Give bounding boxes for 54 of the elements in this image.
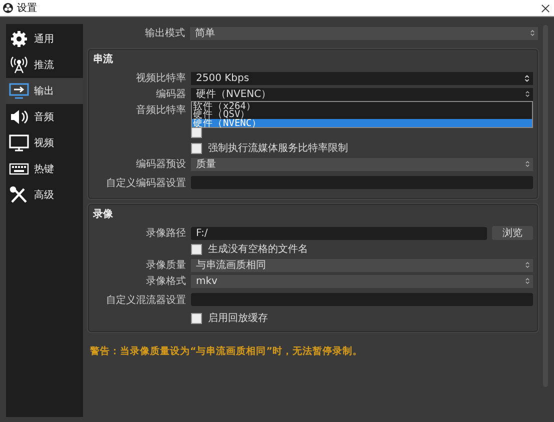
field-label: 录像格式 — [145, 274, 186, 288]
bitrate-spinbox[interactable]: 2500 Kbps — [191, 72, 533, 84]
path-field[interactable]: F:/ — [191, 226, 487, 240]
field-label: 输出模式 — [144, 26, 185, 40]
window-title: 设置 — [17, 2, 37, 15]
tools-icon — [9, 186, 29, 204]
antenna-icon — [9, 56, 29, 74]
checkbox-label: 强制执行流媒体服务比特率限制 — [208, 142, 348, 155]
dropdown[interactable]: 质量 — [191, 158, 533, 170]
dropdown[interactable]: 硬件（NVENC） — [191, 88, 533, 100]
spin-arrows-icon — [524, 74, 530, 82]
field-label: 音频比特率 — [135, 104, 186, 117]
input-field[interactable] — [191, 293, 533, 306]
close-icon[interactable] — [541, 4, 550, 12]
app-logo-icon — [3, 3, 13, 13]
sidebar-item[interactable]: 输出 — [6, 78, 83, 104]
dropdown-arrows-icon — [525, 277, 530, 285]
dropdown[interactable]: mkv — [191, 274, 533, 288]
sidebar-item[interactable]: 推流 — [6, 52, 83, 78]
checkbox-label: 生成没有空格的文件名 — [208, 242, 308, 256]
checkbox-label: 启用回放缓存 — [208, 312, 268, 325]
sidebar-item[interactable]: 通用 — [6, 26, 83, 52]
dropdown-arrows-icon — [525, 160, 530, 168]
dropdown[interactable]: 与串流画质相同 — [191, 258, 533, 272]
output-mode-dropdown[interactable]: 简单 — [190, 26, 538, 40]
checkbox[interactable] — [191, 244, 202, 254]
monitor-arrow-icon — [9, 82, 29, 100]
sidebar-item[interactable]: 音频 — [6, 104, 83, 130]
gear-icon — [9, 30, 29, 48]
sidebar-item[interactable]: 视频 — [6, 130, 83, 156]
dropdown-arrows-icon — [525, 261, 530, 269]
field-label: 录像质量 — [145, 258, 186, 272]
input-field[interactable] — [191, 176, 533, 189]
browse-button[interactable]: 浏览 — [492, 226, 533, 240]
checkbox[interactable] — [191, 142, 202, 154]
sidebar-item[interactable]: 高级 — [6, 182, 83, 208]
group-title: 录像 — [92, 208, 114, 222]
dropdown-arrows-icon — [530, 29, 535, 37]
field-label: 自定义混流器设置 — [105, 294, 186, 306]
group-title: 串流 — [92, 52, 114, 67]
dropdown-arrows-icon — [525, 90, 530, 98]
field-label: 编码器 — [155, 88, 186, 101]
checkbox[interactable] — [191, 312, 202, 324]
dropdown-option[interactable]: 软件（x264） — [192, 102, 532, 110]
field-label: 自定义编码器设置 — [105, 176, 186, 190]
field-label: 视频比特率 — [135, 72, 186, 85]
field-label: 编码器预设 — [135, 158, 186, 171]
field-label: 录像路径 — [145, 227, 186, 240]
monitor-icon — [9, 134, 29, 152]
dropdown-option[interactable]: 硬件（QSV） — [192, 110, 532, 118]
speaker-icon — [9, 108, 29, 126]
dropdown-option[interactable]: 硬件（NVENC） — [192, 118, 532, 127]
warning-text: 警告：当录像质量设为“与串流画质相同”时，无法暂停录制。 — [89, 344, 364, 358]
sidebar-item[interactable]: 热键 — [6, 156, 83, 182]
